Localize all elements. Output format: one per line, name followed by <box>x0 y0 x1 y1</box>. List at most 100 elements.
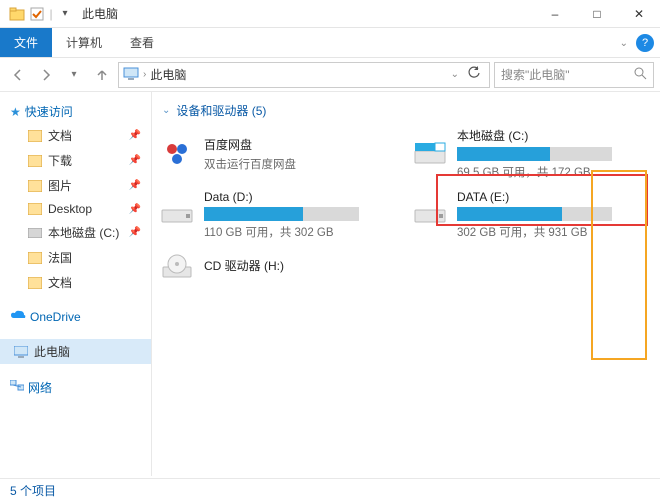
status-bar: 5 个项目 <box>0 478 660 502</box>
drive-name: CD 驱动器 (H:) <box>204 257 385 277</box>
qat-divider: | <box>48 5 54 23</box>
drive-d[interactable]: Data (D:) 110 GB 可用，共 302 GB <box>160 190 385 240</box>
baidu-icon <box>160 137 194 171</box>
monitor-icon <box>14 345 28 359</box>
search-placeholder: 搜索"此电脑" <box>501 66 570 83</box>
maximize-button[interactable]: □ <box>576 0 618 28</box>
folder-icon <box>28 129 42 143</box>
network-header[interactable]: 网络 <box>0 376 151 399</box>
thispc-label: 此电脑 <box>34 343 70 360</box>
sidebar-item-documents-2[interactable]: 文档 <box>0 270 151 295</box>
drive-e[interactable]: DATA (E:) 302 GB 可用，共 931 GB <box>413 190 638 240</box>
onedrive-header[interactable]: OneDrive <box>0 307 151 327</box>
qat-dropdown-icon[interactable]: ▾ <box>56 5 74 23</box>
sidebar-item-label: 下载 <box>48 152 72 169</box>
status-text: 5 个项目 <box>10 482 56 499</box>
drive-icon <box>413 137 447 171</box>
sidebar-item-label: 本地磁盘 (C:) <box>48 224 119 241</box>
section-header-label: 设备和驱动器 (5) <box>176 102 266 119</box>
sidebar-item-label: 文档 <box>48 274 72 291</box>
drive-subtitle: 302 GB 可用，共 931 GB <box>457 224 638 240</box>
section-header-devices[interactable]: ⌄ 设备和驱动器 (5) <box>160 98 652 127</box>
drive-c[interactable]: 本地磁盘 (C:) 69.5 GB 可用，共 172 GB <box>413 127 638 180</box>
pin-icon: 📌 <box>129 227 141 238</box>
quick-access-header[interactable]: ★ 快速访问 <box>0 100 151 123</box>
drive-icon <box>413 198 447 232</box>
window-title: 此电脑 <box>74 5 118 22</box>
folder-icon <box>28 154 42 168</box>
cd-icon <box>160 250 194 284</box>
usage-bar <box>457 207 612 221</box>
refresh-button[interactable] <box>463 66 485 83</box>
drive-icon <box>28 226 42 240</box>
drive-subtitle: 69.5 GB 可用，共 172 GB <box>457 164 638 180</box>
sidebar-item-desktop[interactable]: Desktop 📌 <box>0 198 151 220</box>
usage-bar <box>204 207 359 221</box>
sidebar-item-downloads[interactable]: 下载 📌 <box>0 148 151 173</box>
thispc-icon <box>123 67 139 83</box>
drive-name: DATA (E:) <box>457 190 638 207</box>
breadcrumb[interactable]: 此电脑 <box>150 66 446 83</box>
quick-access-toolbar: | ▾ <box>0 5 74 23</box>
ribbon-tabs: 文件 计算机 查看 ⌄ ? <box>0 28 660 58</box>
address-dropdown-icon[interactable]: ⌄ <box>451 69 459 80</box>
sidebar-item-documents[interactable]: 文档 📌 <box>0 123 151 148</box>
sidebar-item-label: 法国 <box>48 249 72 266</box>
address-bar[interactable]: › 此电脑 ⌄ <box>118 62 490 88</box>
pin-icon: 📌 <box>129 204 141 215</box>
folder-icon <box>28 276 42 290</box>
pin-icon: 📌 <box>129 130 141 141</box>
search-box[interactable]: 搜索"此电脑" <box>494 62 654 88</box>
collapse-icon[interactable]: ⌄ <box>162 105 170 116</box>
pin-icon: 📌 <box>129 180 141 191</box>
chevron-right-icon[interactable]: › <box>143 69 146 80</box>
navigation-row: ▾ › 此电脑 ⌄ 搜索"此电脑" <box>0 58 660 92</box>
forward-button[interactable] <box>34 63 58 87</box>
drive-icon <box>160 198 194 232</box>
tab-view[interactable]: 查看 <box>116 28 168 57</box>
help-icon[interactable]: ? <box>636 34 654 52</box>
up-button[interactable] <box>90 63 114 87</box>
content-pane: ⌄ 设备和驱动器 (5) 百度网盘 双击运行百度网盘 <box>152 92 660 476</box>
title-bar: | ▾ 此电脑 – □ ✕ <box>0 0 660 28</box>
sidebar-item-disk-c[interactable]: 本地磁盘 (C:) 📌 <box>0 220 151 245</box>
sidebar-item-thispc[interactable]: 此电脑 <box>0 339 151 364</box>
sidebar-item-label: Desktop <box>48 202 92 216</box>
drive-name: 百度网盘 <box>204 136 385 156</box>
drive-subtitle: 双击运行百度网盘 <box>204 156 385 172</box>
quick-access-label: 快速访问 <box>25 103 73 120</box>
main-area: ★ 快速访问 文档 📌 下载 📌 图片 📌 Desktop 📌 <box>0 92 660 476</box>
nav-sidebar: ★ 快速访问 文档 📌 下载 📌 图片 📌 Desktop 📌 <box>0 92 152 476</box>
qat-checkbox-icon[interactable] <box>28 5 46 23</box>
minimize-button[interactable]: – <box>534 0 576 28</box>
tab-computer[interactable]: 计算机 <box>52 28 116 57</box>
sidebar-item-pictures[interactable]: 图片 📌 <box>0 173 151 198</box>
star-icon: ★ <box>10 105 21 119</box>
folder-icon <box>28 251 42 265</box>
back-button[interactable] <box>6 63 30 87</box>
drive-baidu[interactable]: 百度网盘 双击运行百度网盘 <box>160 127 385 180</box>
pin-icon: 📌 <box>129 155 141 166</box>
folder-icon <box>28 202 42 216</box>
cloud-icon <box>10 310 26 324</box>
tab-file[interactable]: 文件 <box>0 28 52 57</box>
window-controls: – □ ✕ <box>534 0 660 28</box>
history-dropdown[interactable]: ▾ <box>62 63 86 87</box>
network-label: 网络 <box>28 379 52 396</box>
folder-icon <box>28 179 42 193</box>
network-icon <box>10 380 24 395</box>
sidebar-item-france[interactable]: 法国 <box>0 245 151 270</box>
explorer-icon <box>8 5 26 23</box>
ribbon-expand-icon[interactable]: ⌄ <box>620 38 628 49</box>
sidebar-item-label: 文档 <box>48 127 72 144</box>
breadcrumb-label[interactable]: 此电脑 <box>150 66 186 83</box>
drive-subtitle: 110 GB 可用，共 302 GB <box>204 224 385 240</box>
ribbon-help-area: ⌄ ? <box>620 28 654 58</box>
drive-cd[interactable]: CD 驱动器 (H:) <box>160 250 385 284</box>
onedrive-label: OneDrive <box>30 310 81 324</box>
close-button[interactable]: ✕ <box>618 0 660 28</box>
drive-name: Data (D:) <box>204 190 385 207</box>
usage-bar <box>457 147 612 161</box>
drive-name: 本地磁盘 (C:) <box>457 127 638 147</box>
search-icon[interactable] <box>634 67 647 83</box>
